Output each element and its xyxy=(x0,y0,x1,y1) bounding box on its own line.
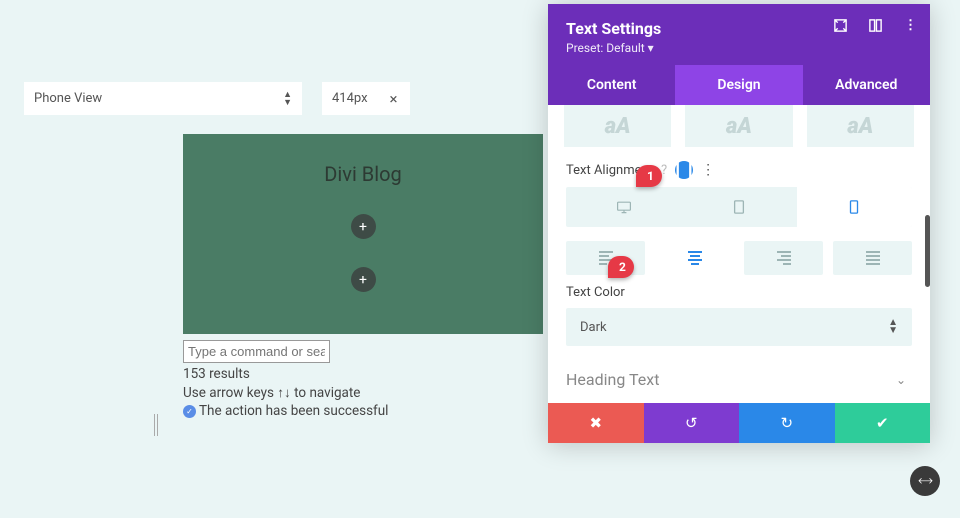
nav-hint: Use arrow keys ↑↓ to navigate xyxy=(183,385,388,401)
responsive-icon[interactable] xyxy=(675,161,693,179)
results-count: 153 results xyxy=(183,366,388,382)
heading-text-section[interactable]: Heading Text ⌄ xyxy=(566,370,912,389)
chevron-down-icon: ▾ xyxy=(648,41,654,55)
device-phone[interactable] xyxy=(797,187,912,227)
annotation-2: 2 xyxy=(608,256,634,278)
annotation-1: 1 xyxy=(636,165,662,187)
redo-button[interactable]: ↻ xyxy=(739,403,835,443)
more-icon[interactable]: ⋮ xyxy=(903,18,918,33)
select-caret-icon: ▲▼ xyxy=(283,91,292,107)
command-input[interactable] xyxy=(183,340,330,363)
clear-width-button[interactable]: × xyxy=(377,82,410,115)
undo-button[interactable]: ↺ xyxy=(644,403,740,443)
settings-panel: Text Settings Preset: Default ▾ ⋮ Conten… xyxy=(548,4,930,443)
align-right[interactable] xyxy=(744,241,823,275)
panel-footer: ✖ ↺ ↻ ✔ xyxy=(548,403,930,443)
success-icon: ✓ xyxy=(183,405,196,418)
tab-content[interactable]: Content xyxy=(548,65,675,105)
device-tablet[interactable] xyxy=(681,187,796,227)
help-icon[interactable]: ? xyxy=(661,163,667,178)
cancel-button[interactable]: ✖ xyxy=(548,403,644,443)
expand-icon[interactable] xyxy=(833,18,848,33)
align-center[interactable] xyxy=(655,241,734,275)
columns-icon[interactable] xyxy=(868,18,883,33)
shadow-opt[interactable]: aA xyxy=(564,105,671,147)
settings-tabs: Content Design Advanced xyxy=(548,65,930,105)
command-palette: 153 results Use arrow keys ↑↓ to navigat… xyxy=(183,340,388,419)
device-tabs xyxy=(566,187,912,227)
scrollbar[interactable] xyxy=(925,215,930,287)
preview-module[interactable]: Divi Blog + + xyxy=(183,134,543,334)
add-module-button[interactable]: + xyxy=(351,214,376,239)
preview-heading: Divi Blog xyxy=(324,162,401,186)
align-justify[interactable] xyxy=(833,241,912,275)
expand-fab[interactable]: ⤢ xyxy=(904,460,946,502)
text-color-value: Dark xyxy=(580,320,607,335)
status-message: The action has been successful xyxy=(199,403,388,419)
panel-header[interactable]: Text Settings Preset: Default ▾ ⋮ xyxy=(548,4,930,65)
text-shadow-options: aA aA aA xyxy=(564,105,914,147)
text-color-select[interactable]: Dark ▲▼ xyxy=(566,308,912,346)
shadow-opt[interactable]: aA xyxy=(685,105,792,147)
shadow-opt[interactable]: aA xyxy=(807,105,914,147)
device-desktop[interactable] xyxy=(566,187,681,227)
view-select[interactable]: Phone View ▲▼ xyxy=(24,82,302,115)
tab-design[interactable]: Design xyxy=(675,65,802,105)
add-module-button-2[interactable]: + xyxy=(351,267,376,292)
chevron-down-icon: ⌄ xyxy=(896,373,906,387)
text-color-label: Text Color xyxy=(566,285,912,300)
width-value: 414px xyxy=(332,91,368,106)
option-more-icon[interactable]: ⋮ xyxy=(701,162,715,178)
preview-frame: Divi Blog + + xyxy=(183,134,543,334)
view-select-label: Phone View xyxy=(34,91,102,106)
resize-handle[interactable] xyxy=(154,414,158,436)
preset-row[interactable]: Preset: Default ▾ xyxy=(566,41,912,55)
tab-advanced[interactable]: Advanced xyxy=(803,65,930,105)
select-caret-icon: ▲▼ xyxy=(888,319,898,335)
save-button[interactable]: ✔ xyxy=(835,403,931,443)
